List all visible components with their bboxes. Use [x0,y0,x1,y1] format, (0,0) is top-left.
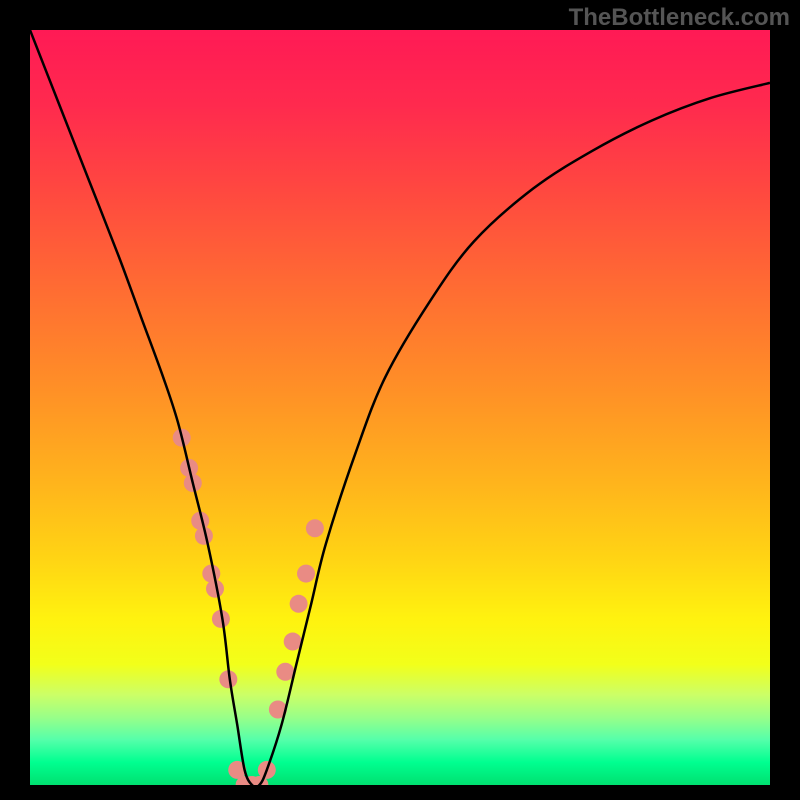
highlight-dot [202,565,220,583]
highlight-dot [276,663,294,681]
plot-area [30,30,770,785]
highlight-dot [290,595,308,613]
watermark-text: TheBottleneck.com [569,4,790,32]
highlight-dot [297,565,315,583]
highlight-dot [306,519,324,537]
chart-frame: TheBottleneck.com [0,0,800,800]
highlight-dot [284,633,302,651]
bottleneck-curve [30,30,770,785]
curve-layer [30,30,770,785]
highlight-dots [173,429,324,785]
